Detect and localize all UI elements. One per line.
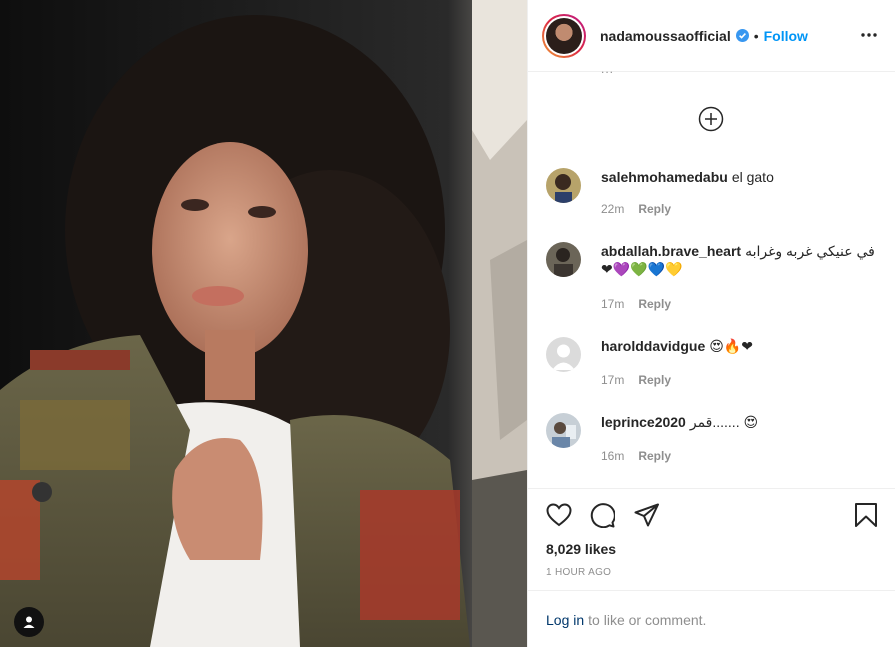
- login-link[interactable]: Log in: [546, 612, 584, 628]
- reply-button[interactable]: Reply: [638, 202, 671, 216]
- verified-badge-icon: [735, 29, 749, 42]
- comment-age[interactable]: 16m: [601, 449, 624, 463]
- more-options-icon[interactable]: [860, 26, 878, 49]
- author-avatar[interactable]: [542, 13, 586, 58]
- comment-body: abdallah.brave_heart في عنيكي غربه وغرابه…: [601, 242, 881, 278]
- post-actions: 8,029 likes 1 HOUR AGO Log in to like or…: [528, 488, 895, 647]
- truncated-comments-ellipsis: ...: [601, 62, 615, 76]
- comment-meta: 17m Reply: [601, 373, 671, 387]
- comment-meta: 22m Reply: [601, 202, 671, 216]
- load-more-comments-icon[interactable]: [698, 106, 724, 132]
- share-icon[interactable]: [634, 503, 660, 532]
- post-header: nadamoussaofficial • Follow: [528, 0, 895, 72]
- reply-button[interactable]: Reply: [638, 373, 671, 387]
- author-username[interactable]: nadamoussaofficial: [600, 28, 731, 44]
- comment-age[interactable]: 17m: [601, 373, 624, 387]
- comment-body: harolddavidgue 😍🔥❤: [601, 337, 881, 355]
- comment-meta: 17m Reply: [601, 297, 671, 311]
- post-photo[interactable]: [0, 0, 527, 647]
- commenter-avatar[interactable]: [546, 413, 581, 448]
- user-tag-icon: [23, 616, 35, 628]
- comment-age[interactable]: 17m: [601, 297, 624, 311]
- post-sidebar: nadamoussaofficial • Follow ... salehmoh…: [527, 0, 895, 647]
- comment-username[interactable]: leprince2020: [601, 414, 686, 430]
- commenter-avatar[interactable]: [546, 337, 581, 372]
- user-tag-button[interactable]: [14, 607, 44, 637]
- comment-username[interactable]: abdallah.brave_heart: [601, 243, 741, 259]
- like-count[interactable]: 8,029 likes: [546, 541, 616, 557]
- comment-age[interactable]: 22m: [601, 202, 624, 216]
- comment-meta: 16m Reply: [601, 449, 671, 463]
- comment-body: salehmohamedabu el gato: [601, 168, 881, 186]
- post-timestamp[interactable]: 1 HOUR AGO: [546, 567, 611, 578]
- comment-username[interactable]: salehmohamedabu: [601, 169, 728, 185]
- heart-icon[interactable]: [546, 503, 572, 532]
- reply-button[interactable]: Reply: [638, 297, 671, 311]
- comment-text: el gato: [731, 169, 774, 185]
- commenter-avatar[interactable]: [546, 168, 581, 203]
- bookmark-icon[interactable]: [854, 502, 878, 533]
- login-prompt: Log in to like or comment.: [528, 590, 895, 647]
- reply-button[interactable]: Reply: [638, 449, 671, 463]
- follow-button[interactable]: Follow: [764, 28, 808, 44]
- separator-dot: •: [753, 27, 759, 44]
- comment-icon[interactable]: [589, 502, 616, 533]
- login-prompt-text: to like or comment.: [588, 611, 707, 628]
- comment-username[interactable]: harolddavidgue: [601, 338, 705, 354]
- comment-body: leprince2020 قمر....... 😍: [601, 413, 881, 431]
- commenter-avatar[interactable]: [546, 242, 581, 277]
- comment-text: قمر....... 😍: [689, 414, 759, 430]
- comment-text: 😍🔥❤: [709, 338, 753, 354]
